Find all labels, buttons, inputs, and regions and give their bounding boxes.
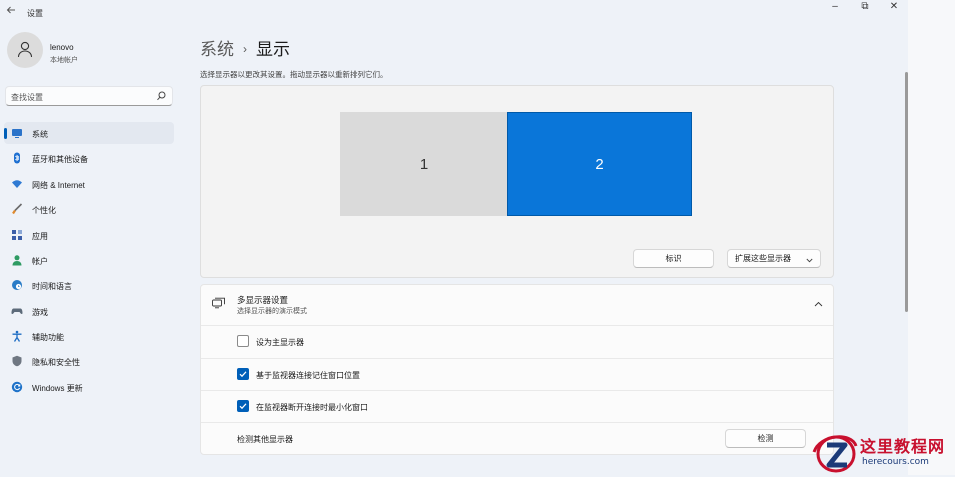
option-label: 在监视器断开连接时最小化窗口 [256,403,368,412]
option-row-main-display: 设为主显示器 [201,326,833,358]
sidebar-item-label: 帐户 [32,257,48,266]
sidebar-item-accounts[interactable]: 帐户 [4,249,174,271]
checkbox-main-display[interactable] [237,335,249,347]
sidebar-item-label: 辅助功能 [32,333,64,342]
sidebar-item-windows-update[interactable]: Windows 更新 [4,376,174,398]
search-input[interactable]: 查找设置 [5,86,173,106]
option-row-remember-window: 基于监视器连接记住窗口位置 [201,359,833,391]
sidebar-item-label: Windows 更新 [32,384,83,393]
apps-icon [11,229,23,241]
gamepad-icon [11,305,23,317]
detect-button[interactable]: 检测 [725,429,806,448]
accessibility-icon [11,330,23,342]
monitor-2[interactable]: 2 [507,112,692,216]
watermark-title: 这里教程网 [860,437,946,456]
sidebar-item-bluetooth[interactable]: 蓝牙和其他设备 [4,147,174,169]
monitor-1[interactable]: 1 [340,112,508,216]
page-title: 显示 [256,40,290,59]
globe-clock-icon [11,279,23,291]
brush-icon [11,203,23,215]
display-mode-dropdown[interactable]: 扩展这些显示器 [727,249,821,268]
scrollbar-thumb[interactable] [905,72,908,312]
multi-display-header[interactable] [200,284,834,325]
breadcrumb-parent[interactable]: 系统 [200,40,234,59]
title-bar [0,0,908,24]
scroll-track[interactable] [908,0,955,475]
account-type: 本地帐户 [50,57,78,64]
account-icon [11,254,23,266]
breadcrumb: 系统 › 显示 [200,35,290,60]
sidebar-item-label: 网络 & Internet [32,181,85,190]
multi-monitor-icon [212,297,226,311]
option-label: 设为主显示器 [256,338,304,347]
option-row-minimize-windows: 在监视器断开连接时最小化窗口 [201,391,833,423]
chevron-up-icon[interactable] [814,299,823,309]
sidebar-item-apps[interactable]: 应用 [4,224,174,246]
sidebar-item-privacy[interactable]: 隐私和安全性 [4,350,174,372]
detect-displays-label: 检测其他显示器 [237,435,293,444]
search-icon[interactable] [156,90,166,104]
checkmark-icon [239,371,247,378]
sidebar-item-gaming[interactable]: 游戏 [4,300,174,322]
search-placeholder: 查找设置 [11,93,43,102]
person-icon [16,40,34,60]
user-name: lenovo [50,43,74,52]
avatar[interactable] [7,32,43,68]
sidebar-item-time-language[interactable]: 时间和语言 [4,274,174,296]
sidebar-item-personalization[interactable]: 个性化 [4,198,174,220]
multi-display-title: 多显示器设置 [237,295,289,305]
option-label: 基于监视器连接记住窗口位置 [256,371,360,380]
chevron-right-icon: › [243,42,247,56]
restore-button[interactable]: ⧉ [852,0,878,16]
identify-button[interactable]: 标识 [633,249,714,268]
checkmark-icon [239,403,247,410]
update-icon [11,381,23,393]
wifi-icon [11,178,23,190]
bluetooth-icon [11,152,23,164]
watermark-url: herecours.com [862,457,929,467]
chevron-down-icon [806,256,813,265]
sidebar-item-label: 隐私和安全性 [32,358,80,367]
checkbox-remember-window[interactable] [237,368,249,380]
divider [201,422,833,423]
multi-display-subtitle: 选择显示器的演示模式 [237,308,307,315]
sidebar-item-label: 应用 [32,232,48,241]
watermark-z-icon [812,435,858,473]
monitor-number: 2 [595,155,604,173]
arrangement-hint: 选择显示器以更改其设置。拖动显示器以重新排列它们。 [200,70,388,79]
sidebar-item-system[interactable]: 系统 [4,122,174,144]
minimize-button[interactable]: – [822,0,848,16]
monitor-icon [11,127,23,139]
dropdown-value: 扩展这些显示器 [735,254,791,263]
checkbox-minimize-windows[interactable] [237,400,249,412]
app-title: 设置 [27,9,43,18]
selection-indicator [4,128,7,139]
monitor-number: 1 [419,155,429,173]
sidebar-item-accessibility[interactable]: 辅助功能 [4,325,174,347]
sidebar-item-label: 蓝牙和其他设备 [32,155,88,164]
back-arrow-icon[interactable] [6,5,16,18]
watermark-logo: 这里教程网 herecours.com [812,432,955,475]
sidebar-item-label: 时间和语言 [32,282,72,291]
sidebar-item-label: 游戏 [32,308,48,317]
close-button[interactable]: ✕ [881,0,907,16]
sidebar-item-label: 个性化 [32,206,56,215]
sidebar-item-label: 系统 [32,130,48,139]
sidebar-item-network[interactable]: 网络 & Internet [4,173,174,195]
shield-icon [11,355,23,367]
